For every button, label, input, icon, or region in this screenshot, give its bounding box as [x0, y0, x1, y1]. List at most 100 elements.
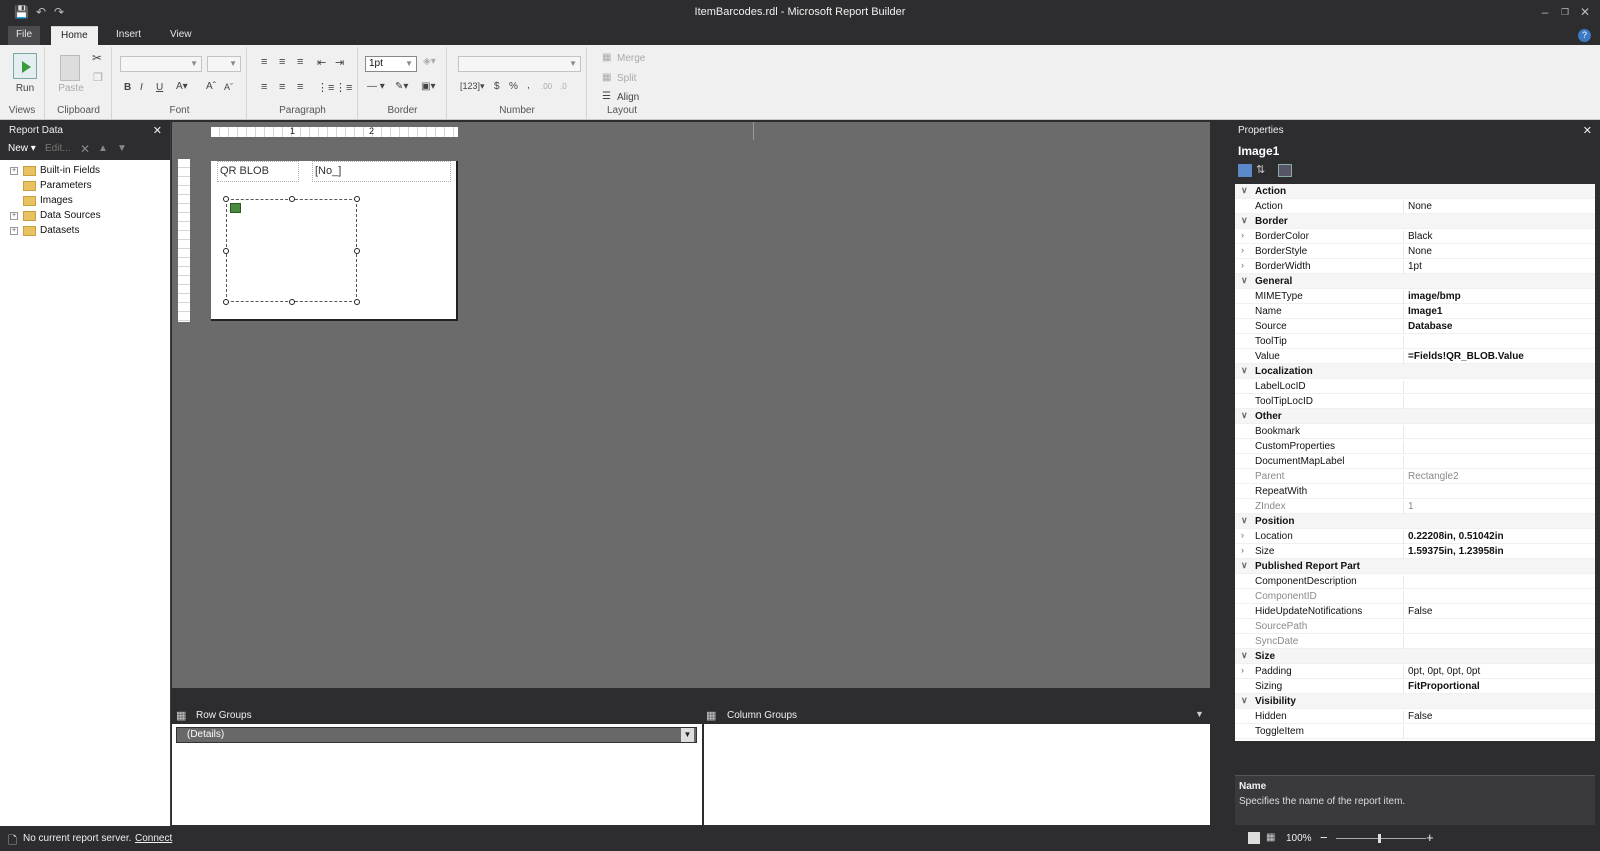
property-category[interactable]: ∨ Position: [1235, 514, 1595, 529]
split-icon[interactable]: ▦: [602, 72, 611, 83]
property-row[interactable]: Hidden False: [1235, 709, 1595, 724]
align-top-icon[interactable]: ≡: [261, 56, 267, 68]
tab-file[interactable]: File: [8, 26, 40, 45]
placeholder-styles-icon[interactable]: [123]▾: [460, 81, 485, 92]
property-value[interactable]: FitProportional: [1403, 681, 1480, 694]
zoom-slider-thumb[interactable]: [1378, 834, 1381, 843]
resize-handle[interactable]: [223, 196, 229, 202]
connect-link[interactable]: Connect: [135, 833, 172, 844]
italic-icon[interactable]: I: [140, 82, 143, 93]
property-row[interactable]: › BorderStyle None: [1235, 244, 1595, 259]
property-row[interactable]: CustomProperties: [1235, 439, 1595, 454]
restore-icon[interactable]: ❐: [1558, 5, 1572, 19]
close-panel-icon[interactable]: ✕: [153, 122, 162, 140]
property-value[interactable]: image/bmp: [1403, 291, 1461, 304]
expand-icon[interactable]: +: [10, 227, 18, 235]
property-row[interactable]: HideUpdateNotifications False: [1235, 604, 1595, 619]
number-format-combo[interactable]: ▼: [458, 56, 581, 72]
tab-insert[interactable]: Insert: [106, 26, 151, 45]
property-row[interactable]: LabelLocID: [1235, 379, 1595, 394]
currency-icon[interactable]: $: [494, 81, 500, 92]
resize-handle[interactable]: [354, 196, 360, 202]
property-value[interactable]: False: [1403, 711, 1432, 724]
align-middle-icon[interactable]: ≡: [279, 56, 285, 68]
decrease-indent-icon[interactable]: ⇤: [317, 56, 326, 69]
property-category[interactable]: ∨ Size: [1235, 649, 1595, 664]
expand-icon[interactable]: +: [10, 212, 18, 220]
split-button[interactable]: Split: [617, 73, 636, 84]
borders-icon[interactable]: ▣▾: [421, 81, 435, 92]
expand-arrow-icon[interactable]: ›: [1241, 545, 1244, 555]
property-value[interactable]: 1: [1403, 501, 1414, 514]
property-row[interactable]: Value =Fields!QR_BLOB.Value: [1235, 349, 1595, 364]
property-value[interactable]: Image1: [1403, 306, 1442, 319]
expand-icon[interactable]: +: [10, 167, 18, 175]
minimize-icon[interactable]: –: [1538, 5, 1552, 19]
resize-handle[interactable]: [223, 299, 229, 305]
paste-icon[interactable]: [60, 55, 80, 81]
cut-icon[interactable]: ✂: [92, 51, 102, 65]
property-category[interactable]: ∨ General: [1235, 274, 1595, 289]
collapse-icon[interactable]: ∨: [1241, 185, 1248, 196]
property-row[interactable]: › BorderWidth 1pt: [1235, 259, 1595, 274]
collapse-icon[interactable]: ∨: [1241, 365, 1248, 376]
property-value[interactable]: [1403, 396, 1408, 409]
property-value[interactable]: [1403, 621, 1408, 634]
property-value[interactable]: [1403, 591, 1408, 604]
resize-handle[interactable]: [354, 299, 360, 305]
design-view-icon[interactable]: [1248, 832, 1260, 844]
property-row[interactable]: › Location 0.22208in, 0.51042in: [1235, 529, 1595, 544]
collapse-icon[interactable]: ∨: [1241, 560, 1248, 571]
comma-icon[interactable]: ,: [527, 80, 530, 91]
property-value[interactable]: 0.22208in, 0.51042in: [1403, 531, 1504, 544]
close-properties-icon[interactable]: ✕: [1583, 122, 1592, 140]
collapse-icon[interactable]: ∨: [1241, 215, 1248, 226]
border-width-combo[interactable]: 1pt ▼: [365, 56, 417, 72]
merge-button[interactable]: Merge: [617, 53, 645, 64]
property-row[interactable]: ComponentDescription: [1235, 574, 1595, 589]
property-value[interactable]: =Fields!QR_BLOB.Value: [1403, 351, 1524, 364]
report-body[interactable]: QR BLOB [No_]: [211, 161, 458, 321]
image1[interactable]: [223, 196, 360, 305]
expand-arrow-icon[interactable]: ›: [1241, 260, 1244, 270]
decrease-decimal-icon[interactable]: .0: [560, 82, 567, 91]
property-row[interactable]: Name Image1: [1235, 304, 1595, 319]
merge-icon[interactable]: ▦: [602, 52, 611, 63]
property-value[interactable]: [1403, 576, 1408, 589]
property-pages-icon[interactable]: [1278, 164, 1292, 177]
property-value[interactable]: Database: [1403, 321, 1452, 334]
textbox-no[interactable]: [No_]: [312, 161, 451, 182]
underline-icon[interactable]: U: [156, 82, 163, 93]
property-value[interactable]: Black: [1403, 231, 1432, 244]
property-value[interactable]: None: [1403, 246, 1432, 259]
property-value[interactable]: [1403, 456, 1408, 469]
border-fill-icon[interactable]: ◈▾: [423, 56, 436, 67]
align-layout-icon[interactable]: ☰: [602, 91, 611, 102]
increase-indent-icon[interactable]: ⇥: [335, 56, 344, 69]
font-family-combo[interactable]: ▼: [120, 56, 202, 72]
run-button[interactable]: Run: [0, 83, 50, 94]
property-value[interactable]: [1403, 381, 1408, 394]
tab-home[interactable]: Home: [51, 26, 98, 45]
move-down-icon[interactable]: ▼: [117, 143, 127, 154]
property-value[interactable]: [1403, 486, 1408, 499]
property-category[interactable]: ∨ Border: [1235, 214, 1595, 229]
property-category[interactable]: ∨ Published Report Part: [1235, 559, 1595, 574]
font-color-icon[interactable]: A▾: [176, 81, 188, 92]
move-up-icon[interactable]: ▲: [98, 143, 108, 154]
property-row[interactable]: DocumentMapLabel: [1235, 454, 1595, 469]
property-row[interactable]: SourcePath: [1235, 619, 1595, 634]
property-value[interactable]: 1pt: [1403, 261, 1422, 274]
property-category[interactable]: ∨ Localization: [1235, 364, 1595, 379]
align-center-icon[interactable]: ≡: [279, 81, 285, 93]
resize-handle[interactable]: [223, 248, 229, 254]
shrink-font-icon[interactable]: Aˇ: [224, 82, 233, 92]
expand-arrow-icon[interactable]: ›: [1241, 245, 1244, 255]
property-value[interactable]: 0pt, 0pt, 0pt, 0pt: [1403, 666, 1480, 679]
align-right-icon[interactable]: ≡: [297, 81, 303, 93]
expand-arrow-icon[interactable]: ›: [1241, 665, 1244, 675]
property-row[interactable]: › Size 1.59375in, 1.23958in: [1235, 544, 1595, 559]
copy-icon[interactable]: ❐: [93, 71, 103, 84]
tab-view[interactable]: View: [160, 26, 202, 45]
property-value[interactable]: [1403, 336, 1408, 349]
